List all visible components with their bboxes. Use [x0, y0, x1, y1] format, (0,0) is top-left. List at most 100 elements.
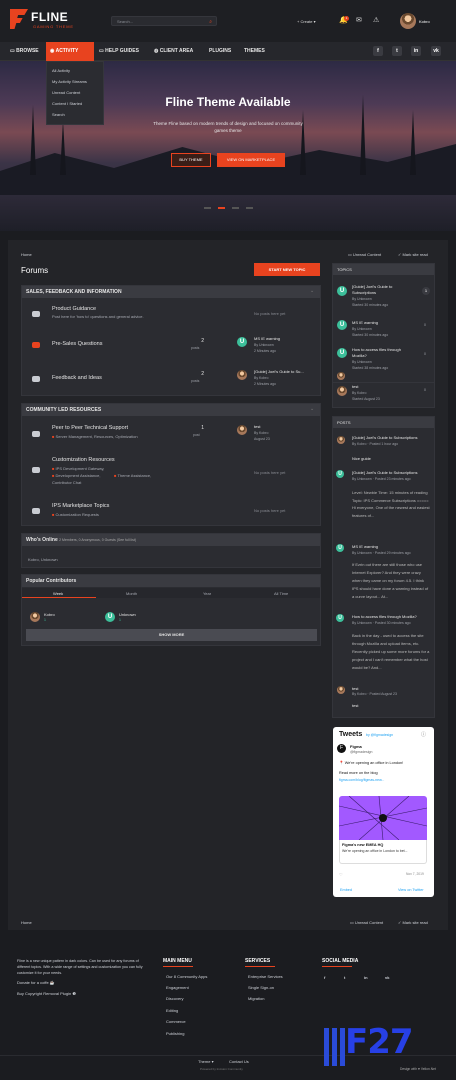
avatar[interactable]: U — [337, 320, 347, 330]
facebook-icon[interactable]: f — [373, 46, 383, 56]
avatar[interactable]: U — [105, 612, 115, 622]
avatar[interactable]: U — [337, 286, 347, 296]
view-on-twitter-link[interactable]: View on Twitter — [398, 888, 424, 892]
forum-title[interactable]: IPS Marketplace Topics — [52, 503, 109, 509]
design-credit[interactable]: Design with ♥ Velion.Net — [400, 1067, 436, 1071]
breadcrumb[interactable]: Home — [21, 252, 32, 257]
tab-month[interactable]: Month — [126, 591, 137, 596]
subforum[interactable]: ■ Development Assistance, — [52, 473, 100, 478]
dropdown-item[interactable]: Search — [52, 112, 103, 117]
category-title[interactable]: SALES, FEEDBACK AND INFORMATION — [22, 286, 320, 298]
footer-link[interactable]: Migration — [248, 996, 264, 1001]
tab-week[interactable]: Week — [53, 591, 63, 596]
avatar[interactable] — [30, 612, 40, 622]
avatar[interactable] — [337, 372, 345, 380]
warning-icon[interactable]: ⚠ — [373, 16, 379, 24]
embed-link[interactable]: Embed — [340, 888, 352, 892]
last-post-title[interactable]: [Guide] Joel's Guide to Su... — [254, 369, 304, 374]
dropdown-item[interactable]: My Activity Streams — [52, 79, 103, 84]
topic-by[interactable]: By Unknown — [352, 297, 372, 301]
heart-icon[interactable]: ♡ — [339, 872, 343, 877]
avatar[interactable] — [237, 425, 247, 435]
slider-dot[interactable] — [246, 207, 253, 209]
last-post-title[interactable]: MS IE warning — [254, 336, 280, 341]
topic-title[interactable]: test — [352, 384, 358, 389]
topic-title[interactable]: MS IE warning — [352, 320, 378, 325]
avatar[interactable] — [337, 436, 345, 444]
post-title[interactable]: MS IE warning — [352, 544, 378, 549]
mark-read-link[interactable]: ✓ Mark site read — [398, 920, 428, 925]
user-menu[interactable]: Kobro — [419, 19, 430, 24]
powered-by[interactable]: Powered by Invision Community — [200, 1067, 243, 1071]
contact-link[interactable]: Contact Us — [229, 1059, 249, 1064]
tweet-link[interactable]: figma.com/blog/figmas-new... — [339, 778, 384, 782]
avatar[interactable]: U — [336, 470, 344, 478]
topic-by[interactable]: By Unknown — [352, 327, 372, 331]
footer-link[interactable]: Editing — [166, 1008, 178, 1013]
avatar[interactable] — [337, 686, 345, 694]
post-title[interactable]: How to access files through Mozilla? — [352, 614, 417, 619]
contributor-name[interactable]: Kobro — [44, 612, 55, 617]
linkedin-icon[interactable]: in — [411, 46, 421, 56]
facebook-icon[interactable]: f — [324, 975, 325, 980]
contributor-name[interactable]: Unknown — [119, 612, 136, 617]
subforum[interactable]: ■ Customization Requests — [52, 512, 99, 517]
subforum[interactable]: Contributor Chat — [52, 480, 81, 485]
vk-icon[interactable]: vk — [385, 975, 389, 980]
create-button[interactable]: + Create ▾ — [297, 19, 316, 24]
subforum[interactable]: ■ Theme Assistance, — [114, 473, 151, 478]
tweet-author[interactable]: Figma — [350, 744, 362, 749]
info-icon[interactable]: ⓘ — [421, 731, 426, 738]
mark-read-link[interactable]: ✓ Mark site read — [398, 252, 428, 257]
logo-title[interactable]: FLINE — [31, 10, 68, 24]
subforum[interactable]: ■ IPS Development Gateway, — [52, 466, 104, 471]
nav-client-area[interactable]: ◍ CLIENT AREA — [154, 48, 193, 54]
last-post-title[interactable]: test — [254, 424, 260, 429]
buy-theme-button[interactable]: BUY THEME — [171, 153, 211, 167]
tab-all-time[interactable]: All Time — [274, 591, 288, 596]
dropdown-item[interactable]: All Activity — [52, 68, 103, 73]
nav-browse[interactable]: ▭ BROWSE — [10, 48, 39, 54]
last-post-by[interactable]: By Kobro — [254, 376, 268, 380]
topic-by[interactable]: By Kobro — [352, 391, 366, 395]
nav-plugins[interactable]: PLUGINS — [209, 48, 231, 54]
footer-link[interactable]: Our 8 Community Apps — [166, 974, 207, 979]
vk-icon[interactable]: vk — [431, 46, 441, 56]
forum-title[interactable]: Peer to Peer Technical Support — [52, 425, 128, 431]
twitter-icon[interactable]: t — [344, 975, 345, 980]
figma-avatar[interactable]: F — [337, 744, 346, 753]
avatar[interactable]: U — [237, 337, 247, 347]
forum-title[interactable]: Feedback and Ideas — [52, 375, 102, 381]
avatar[interactable]: U — [336, 614, 344, 622]
post-title[interactable]: test — [352, 686, 358, 691]
last-post-by[interactable]: By Kobro — [254, 431, 268, 435]
show-more-button[interactable]: SHOW MORE — [26, 629, 317, 641]
avatar[interactable] — [337, 386, 347, 396]
nav-help-guides[interactable]: ▭ HELP GUIDES — [99, 48, 139, 54]
online-users[interactable]: Kobro, Unknown — [28, 557, 58, 562]
collapse-icon[interactable]: ⌄ — [310, 288, 314, 294]
topic-by[interactable]: By Unknown — [352, 360, 372, 364]
footer-link[interactable]: Publishing — [166, 1031, 184, 1036]
mail-icon[interactable]: ✉ — [356, 16, 362, 24]
footer-link[interactable]: Enterprise Services — [248, 974, 283, 979]
forum-title[interactable]: Customization Resources — [52, 457, 115, 463]
copyright-link[interactable]: Buy Copyright Removal Plugin ❶ — [17, 991, 76, 996]
post-title[interactable]: [Guide] Joel's Guide to Subscriptions — [352, 435, 430, 440]
donate-link[interactable]: Donate for a coffe ☕ — [17, 980, 55, 985]
twitter-icon[interactable]: t — [392, 46, 402, 56]
slider-dot[interactable] — [204, 207, 211, 209]
avatar[interactable] — [400, 13, 416, 29]
forum-title[interactable]: Product Guidance — [52, 306, 96, 312]
tweet-handle[interactable]: @figmadesign — [350, 750, 372, 754]
slider-dot[interactable] — [232, 207, 239, 209]
nav-activity[interactable]: ◉ ACTIVITY — [46, 42, 94, 61]
search-icon[interactable]: ⌕ — [209, 19, 212, 25]
footer-link[interactable]: Commerce — [166, 1019, 186, 1024]
avatar[interactable]: U — [337, 348, 347, 358]
tab-year[interactable]: Year — [203, 591, 211, 596]
marketplace-button[interactable]: VIEW ON MARKETPLACE — [217, 153, 285, 167]
topic-title[interactable]: How to access files through Mozilla? — [352, 347, 414, 359]
category-title[interactable]: COMMUNITY LED RESOURCES — [22, 404, 320, 416]
linkedin-icon[interactable]: in — [364, 975, 368, 980]
